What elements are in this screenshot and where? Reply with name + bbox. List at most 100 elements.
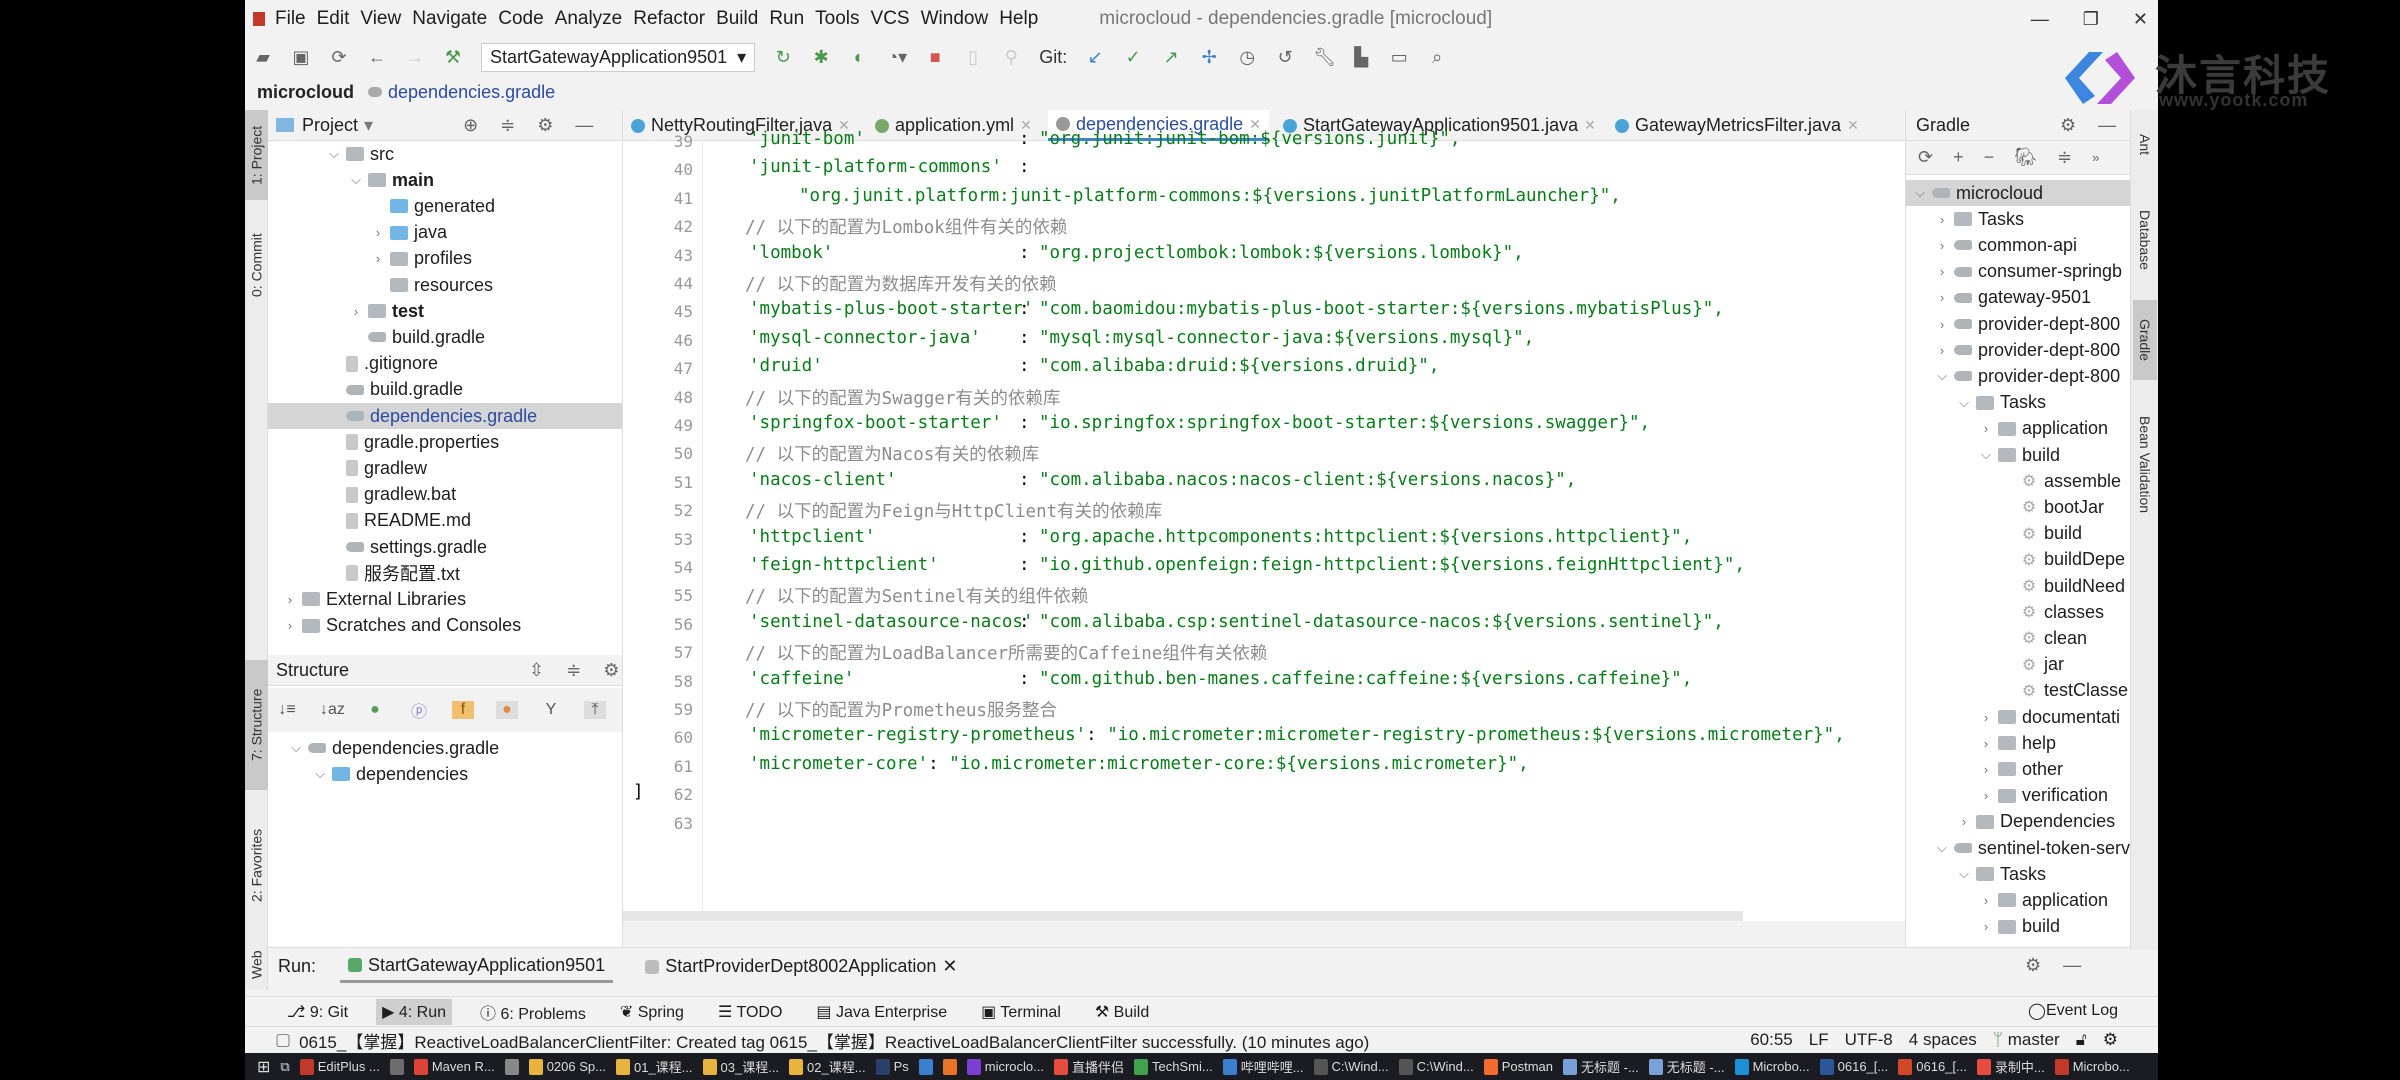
run-tab-startgatewayapplication9501[interactable]: StartGatewayApplication9501	[340, 951, 614, 983]
sort-by-type-icon[interactable]: ↓≡	[276, 701, 298, 719]
tree-item[interactable]: 服务配置.txt	[268, 560, 622, 586]
taskbar-item[interactable]: 哔哩哔哩...	[1222, 1057, 1304, 1076]
tree-item[interactable]: ⌵ sentinel-token-serv	[1906, 835, 2130, 861]
git-update-icon[interactable]: ↙	[1085, 47, 1105, 68]
forward-icon[interactable]: →	[405, 47, 425, 68]
tree-item[interactable]: ⚙ classes	[1906, 599, 2130, 625]
run-config-select[interactable]: StartGatewayApplication9501 ▾	[481, 43, 756, 72]
taskbar-item[interactable]: 直播伴侣	[1053, 1057, 1124, 1076]
tree-item[interactable]: › provider-dept-800	[1906, 337, 2130, 363]
menu-navigate[interactable]: Navigate	[412, 8, 487, 30]
tree-item[interactable]: › gateway-9501	[1906, 285, 2130, 311]
chevron-down-icon[interactable]: ⌵	[1934, 840, 1950, 856]
show-inherited-icon[interactable]: ●	[364, 701, 386, 719]
tree-item[interactable]: ⚙ bootJar	[1906, 494, 2130, 520]
coverage-icon[interactable]: ◐	[849, 47, 869, 68]
reload-icon[interactable]: ⟳	[1918, 147, 1933, 168]
status-message[interactable]: 0615_【掌握】ReactiveLoadBalancerClientFilte…	[299, 1028, 1369, 1053]
taskbar-item[interactable]: 01_课程...	[615, 1057, 693, 1076]
tree-item[interactable]: ⌵ dependencies.gradle	[268, 735, 622, 761]
debug-icon[interactable]: ✱	[811, 47, 831, 68]
menu-refactor[interactable]: Refactor	[633, 8, 705, 30]
tree-item[interactable]: › application	[1906, 416, 2130, 442]
project-structure-icon[interactable]: ▙	[1351, 47, 1371, 68]
file-encoding[interactable]: UTF-8	[1845, 1030, 1893, 1050]
tree-item[interactable]: › Dependencies	[1906, 809, 2130, 835]
chevron-right-icon[interactable]: ›	[1934, 317, 1950, 332]
tree-item[interactable]: › provider-dept-800	[1906, 311, 2130, 337]
tree-item[interactable]: ⌵ build	[1906, 442, 2130, 468]
tree-item[interactable]: .gitignore	[268, 351, 622, 377]
run-tab-startproviderdept8002application[interactable]: StartProviderDept8002Application ✕	[637, 952, 965, 981]
tool-button-6-problems[interactable]: ⓘ 6: Problems	[474, 997, 592, 1027]
git-branch[interactable]: ᛘ master	[1993, 1030, 2060, 1050]
remove-icon[interactable]: −	[1984, 147, 1995, 168]
chevron-right-icon[interactable]: ›	[1934, 290, 1950, 305]
tool-tab-web[interactable]: Web	[245, 940, 268, 990]
tree-item[interactable]: ⌵ Tasks	[1906, 861, 2130, 887]
tree-item[interactable]: › help	[1906, 730, 2130, 756]
taskbar-item[interactable]: Ps	[875, 1058, 909, 1075]
collapse-all-icon[interactable]: ≑	[566, 660, 581, 681]
taskbar-item[interactable]: Postman	[1483, 1058, 1553, 1075]
tree-item[interactable]: ⌵ Tasks	[1906, 390, 2130, 416]
tree-item[interactable]: ⌵ src	[268, 141, 622, 167]
hide-icon[interactable]: —	[2098, 115, 2116, 136]
tool-tab-ant[interactable]: Ant	[2133, 115, 2157, 175]
back-icon[interactable]: ←	[367, 47, 387, 68]
line-separator[interactable]: LF	[1809, 1030, 1829, 1050]
tree-item[interactable]: gradle.properties	[268, 429, 622, 455]
git-push-icon[interactable]: ↗	[1161, 47, 1181, 68]
taskbar-item[interactable]	[504, 1058, 519, 1075]
lock-icon[interactable]: 🔓︎	[2076, 1030, 2087, 1050]
search-icon[interactable]: ⌕	[1427, 47, 1447, 68]
expand-all-icon[interactable]: ⇳	[529, 660, 544, 681]
task-view-icon[interactable]: ⧉	[280, 1059, 289, 1075]
chevron-right-icon[interactable]: ›	[1934, 343, 1950, 358]
tree-item[interactable]: ⚙ buildDepe	[1906, 547, 2130, 573]
sync-icon[interactable]: ⟳	[329, 47, 349, 68]
project-view-select[interactable]: Project	[302, 115, 358, 136]
taskbar-item[interactable]: 0616_[...	[1819, 1058, 1888, 1075]
locate-icon[interactable]: ⊕	[463, 115, 478, 136]
tree-item[interactable]: ⚙ clean	[1906, 625, 2130, 651]
tree-item[interactable]: build.gradle	[268, 377, 622, 403]
chevron-right-icon[interactable]: ›	[282, 592, 298, 607]
tree-item[interactable]: › Tasks	[1906, 206, 2130, 232]
tree-item[interactable]: README.md	[268, 508, 622, 534]
inspector-icon[interactable]: ⚙	[2103, 1030, 2118, 1050]
tab-gatewaymetricsfilter-java[interactable]: GatewayMetricsFilter.java ✕	[1607, 110, 1867, 141]
tool-button-build[interactable]: ⚒ Build	[1089, 999, 1155, 1025]
menu-code[interactable]: Code	[498, 8, 543, 30]
save-icon[interactable]: ▣	[291, 47, 311, 68]
rollback-icon[interactable]: ↺	[1275, 47, 1295, 68]
chevron-down-icon[interactable]: ⌵	[1956, 866, 1972, 882]
tree-item[interactable]: › Scratches and Consoles	[268, 613, 622, 639]
build-hammer-icon[interactable]: ⚒	[443, 47, 463, 68]
tree-item[interactable]: › application	[1906, 887, 2130, 913]
indent-setting[interactable]: 4 spaces	[1909, 1030, 1977, 1050]
chevron-right-icon[interactable]: ›	[1978, 421, 1994, 436]
tool-button-todo[interactable]: ☰ TODO	[712, 999, 788, 1025]
chevron-down-icon[interactable]: ⌵	[1912, 185, 1928, 201]
chevron-right-icon[interactable]: ›	[1934, 238, 1950, 253]
git-commit-icon[interactable]: ✓	[1123, 47, 1143, 68]
chevron-down-icon[interactable]: ⌵	[1934, 368, 1950, 384]
chevron-right-icon[interactable]: ›	[1978, 919, 1994, 934]
tree-item[interactable]: ⚙ assemble	[1906, 468, 2130, 494]
chevron-right-icon[interactable]: ›	[370, 225, 386, 240]
taskbar-item[interactable]	[389, 1058, 404, 1075]
chevron-right-icon[interactable]: ›	[1934, 264, 1950, 279]
close-tab-icon[interactable]: ✕	[1584, 117, 1596, 134]
chevron-down-icon[interactable]: ▾	[364, 115, 373, 136]
tree-item[interactable]: › test	[268, 298, 622, 324]
more-icon[interactable]: »	[2092, 150, 2099, 165]
tree-item[interactable]: resources	[268, 272, 622, 298]
open-folder-icon[interactable]: ▰	[253, 47, 273, 68]
tree-item[interactable]: settings.gradle	[268, 534, 622, 560]
tree-item[interactable]: › profiles	[268, 246, 622, 272]
taskbar-item[interactable]: C:\Wind...	[1313, 1058, 1389, 1075]
taskbar-item[interactable]: 02_课程...	[789, 1057, 866, 1076]
stop-icon[interactable]: ■	[925, 47, 945, 68]
tree-item[interactable]: gradlew.bat	[268, 482, 622, 508]
